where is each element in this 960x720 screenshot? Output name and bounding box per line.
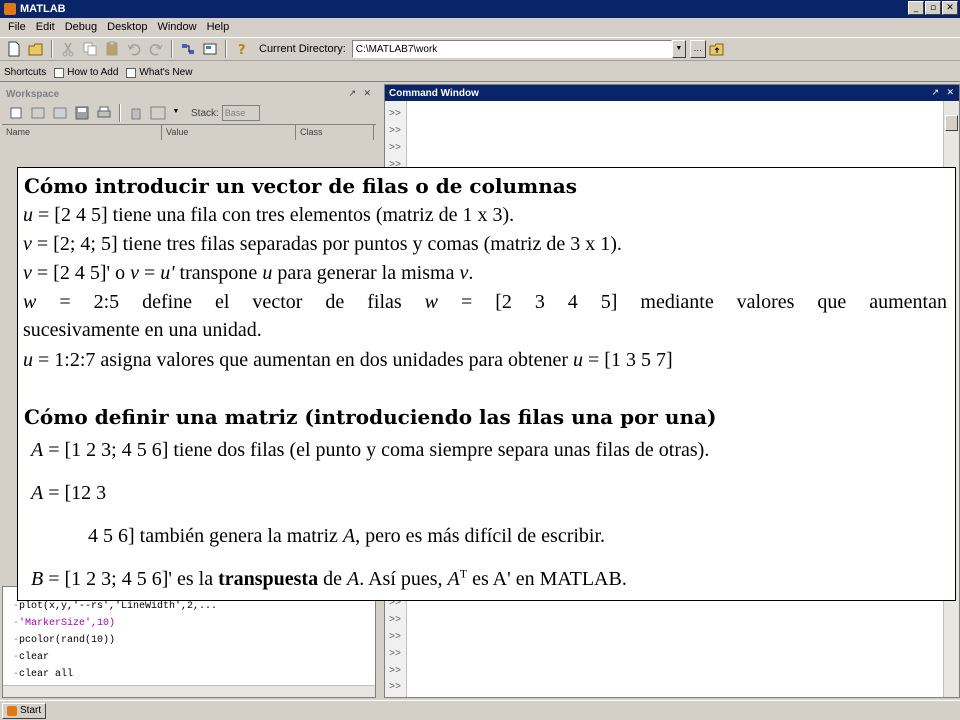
menu-file[interactable]: File <box>3 21 31 33</box>
svg-text:?: ? <box>238 43 246 57</box>
matlab-logo-icon <box>7 705 17 716</box>
command-history-panel: -plot(x,y,'--rs','LineWidth',2,... -'Mar… <box>2 586 376 698</box>
copy-icon[interactable] <box>82 41 98 57</box>
text-line: sucesivamente en una unidad. <box>23 319 262 341</box>
open-variable-icon[interactable] <box>30 105 46 121</box>
shortcuts-label: Shortcuts <box>4 67 47 78</box>
column-class[interactable]: Class <box>296 125 374 140</box>
history-item[interactable]: -pcolor(rand(10)) <box>13 635 115 646</box>
undock-icon[interactable]: ↗ <box>931 87 939 98</box>
stack-select[interactable]: Base <box>221 105 260 121</box>
command-prompt: >> <box>389 649 402 660</box>
status-bar: Start <box>0 700 960 720</box>
title-bar: MATLAB _ ▫ ✕ <box>0 0 960 18</box>
plot-selection-icon[interactable] <box>150 105 166 121</box>
shortcut-icon <box>54 67 65 78</box>
heading-vectors: Cómo introducir un vector de filas o de … <box>24 174 577 198</box>
current-directory-input[interactable] <box>351 40 672 58</box>
toolbar-separator <box>51 40 53 58</box>
column-name[interactable]: Name <box>2 125 162 140</box>
matlab-logo-icon <box>4 3 16 15</box>
command-prompt: >> <box>389 109 402 120</box>
command-prompt: >> <box>389 143 402 154</box>
history-item[interactable]: -'MarkerSize',10) <box>13 618 115 629</box>
menu-desktop[interactable]: Desktop <box>102 21 152 33</box>
toolbar-separator <box>119 104 121 122</box>
text-line: A = [1 2 3; 4 5 6] tiene dos filas (el p… <box>31 439 710 461</box>
stack-label: Stack: <box>191 107 219 119</box>
text-line: v = [2; 4; 5] tiene tres filas separadas… <box>23 233 622 255</box>
window-title: MATLAB <box>20 3 66 15</box>
open-folder-icon[interactable] <box>28 41 44 57</box>
history-item[interactable]: -clear <box>13 652 49 663</box>
history-item[interactable]: -plot(x,y,'--rs','LineWidth',2,... <box>13 601 217 612</box>
redo-icon[interactable] <box>148 41 164 57</box>
new-file-icon[interactable] <box>6 41 22 57</box>
save-icon[interactable] <box>74 105 90 121</box>
scrollbar-thumb[interactable] <box>945 115 958 131</box>
workspace-title: Workspace <box>2 86 376 102</box>
window-controls: _ ▫ ✕ <box>908 1 958 15</box>
toolbar-separator <box>171 40 173 58</box>
paste-icon[interactable] <box>104 41 120 57</box>
text-line: B = [1 2 3; 4 5 6]' es la transpuesta de… <box>31 566 627 590</box>
text-line: u = 1:2:7 asigna valores que aumentan en… <box>23 349 673 371</box>
text-line: w = 2:5 define el vector de filas w = [2… <box>23 291 947 313</box>
simulink-icon[interactable] <box>180 41 196 57</box>
new-variable-icon[interactable] <box>8 105 24 121</box>
current-directory-dropdown[interactable]: ▼ <box>671 40 686 58</box>
shortcut-whats-new[interactable]: What's New <box>126 67 192 78</box>
restore-button[interactable]: ▫ <box>925 1 941 15</box>
shortcut-icon <box>126 67 137 78</box>
start-button[interactable]: Start <box>2 702 47 719</box>
undo-icon[interactable] <box>126 41 142 57</box>
command-prompt: >> <box>389 632 402 643</box>
current-directory-label: Current Directory: <box>259 43 346 55</box>
toolbar-separator <box>225 40 227 58</box>
command-prompt: >> <box>389 615 402 626</box>
cut-icon[interactable] <box>60 41 76 57</box>
command-prompt: >> <box>389 666 402 677</box>
plot-dropdown[interactable]: ▼ <box>169 106 183 120</box>
overlay-text-box: Cómo introducir un vector de filas o de … <box>17 167 956 601</box>
shortcuts-bar: Shortcuts How to Add What's New <box>0 64 960 82</box>
workspace-column-headers: Name Value Class <box>2 124 376 140</box>
command-window-title: Command Window <box>385 85 959 101</box>
undock-icon[interactable]: ↗ <box>348 88 356 99</box>
command-prompt: >> <box>389 126 402 137</box>
main-toolbar: ? Current Directory: ▼ … <box>0 37 960 61</box>
workspace-panel: Workspace ↗ ✕ ▼ Stack: Base Name Value C… <box>2 86 376 176</box>
text-line: 4 5 6] también genera la matriz A, pero … <box>88 525 606 547</box>
menu-edit[interactable]: Edit <box>31 21 60 33</box>
command-prompt: >> <box>389 682 402 693</box>
text-line: A = [12 3 <box>31 482 107 504</box>
history-item[interactable]: -clear all <box>13 669 73 680</box>
history-horizontal-scrollbar[interactable] <box>3 685 375 697</box>
menu-debug[interactable]: Debug <box>60 21 102 33</box>
text-line: u = [2 4 5] tiene una fila con tres elem… <box>23 204 515 226</box>
shortcut-label: What's New <box>139 67 193 78</box>
heading-matrix: Cómo definir una matriz (introduciendo l… <box>24 405 717 429</box>
close-panel-icon[interactable]: ✕ <box>363 88 371 99</box>
menu-window[interactable]: Window <box>152 21 201 33</box>
browse-folder-button[interactable]: … <box>689 40 706 58</box>
menu-bar: File Edit Debug Desktop Window Help <box>0 18 960 35</box>
column-value[interactable]: Value <box>162 125 296 140</box>
workspace-toolbar: ▼ Stack: Base <box>2 102 376 124</box>
menu-help[interactable]: Help <box>202 21 235 33</box>
delete-icon[interactable] <box>128 105 144 121</box>
help-icon[interactable]: ? <box>234 41 250 58</box>
close-panel-icon[interactable]: ✕ <box>946 87 954 98</box>
parent-folder-icon[interactable] <box>709 41 725 57</box>
shortcut-label: How to Add <box>67 67 119 78</box>
minimize-button[interactable]: _ <box>908 1 924 15</box>
shortcut-how-to-add[interactable]: How to Add <box>54 67 118 78</box>
import-data-icon[interactable] <box>52 105 68 121</box>
close-button[interactable]: ✕ <box>942 1 958 15</box>
start-label: Start <box>20 705 42 716</box>
print-icon[interactable] <box>96 105 112 121</box>
guide-icon[interactable] <box>202 41 218 57</box>
text-line: v = [2 4 5]' o v = u' transpone u para g… <box>23 262 474 284</box>
